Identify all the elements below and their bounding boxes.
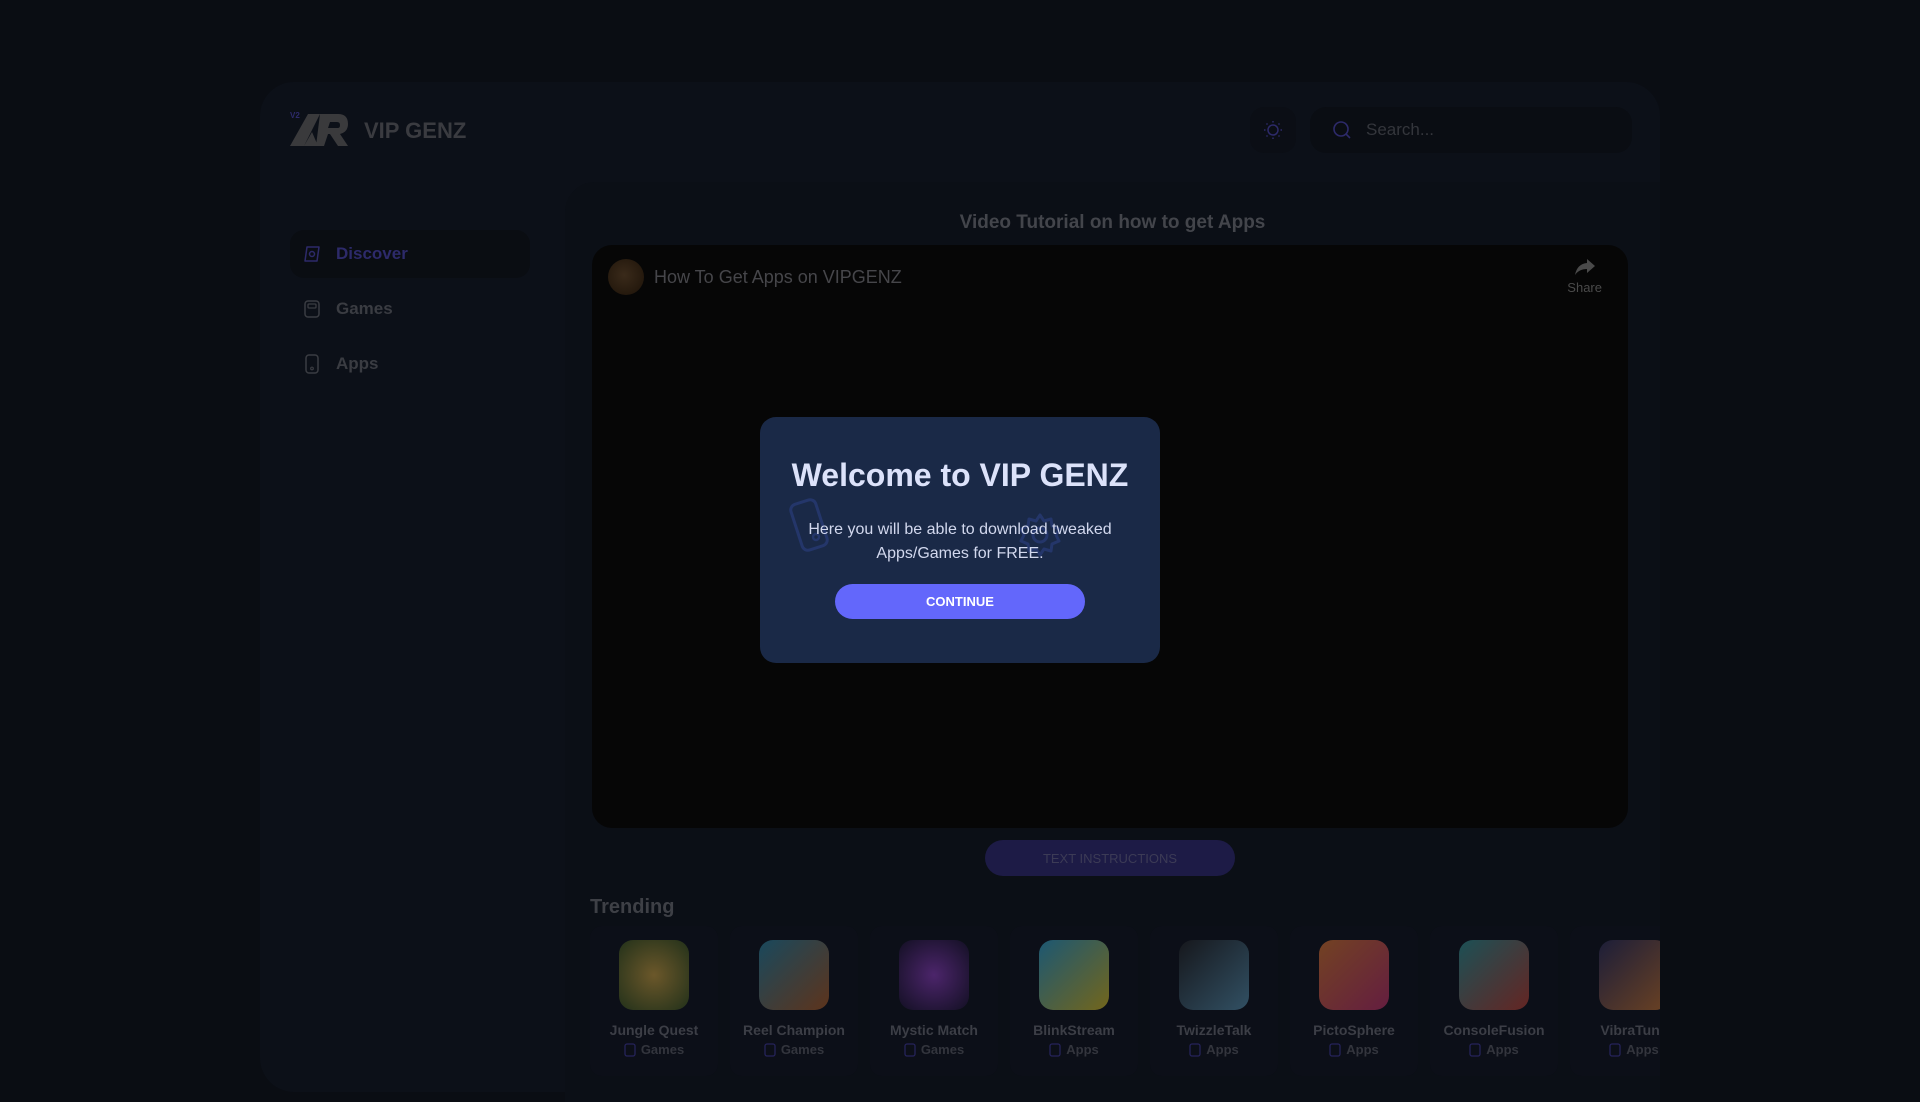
- trending-card[interactable]: VibraTune Apps: [1570, 926, 1660, 1076]
- video-section-title: Video Tutorial on how to get Apps: [959, 212, 1266, 233]
- sun-icon: [1264, 121, 1282, 139]
- channel-avatar[interactable]: [608, 259, 644, 295]
- phone-icon: [1329, 1042, 1341, 1057]
- app-name: ConsoleFusion: [1443, 1022, 1545, 1038]
- modal-body: Here you will be able to download tweake…: [808, 521, 1112, 562]
- modal-title: Welcome to VIP GENZ: [791, 457, 1129, 493]
- app-category: Games: [590, 1042, 718, 1057]
- share-icon: [1574, 259, 1595, 275]
- app-icon: [1319, 940, 1389, 1010]
- app-icon: [899, 940, 969, 1010]
- gamepad-icon: [624, 1042, 636, 1057]
- app-name: PictoSphere: [1313, 1022, 1395, 1038]
- trending-card[interactable]: Reel Champion Games: [730, 926, 858, 1076]
- app-category: Games: [730, 1042, 858, 1057]
- app-category: Apps: [1570, 1042, 1660, 1057]
- app-icon: [1179, 940, 1249, 1010]
- category-label: Games: [640, 1042, 685, 1057]
- sidebar: Discover Games Apps: [290, 230, 530, 395]
- video-title[interactable]: How To Get Apps on VIPGENZ: [654, 267, 902, 288]
- phone-icon: [1189, 1042, 1201, 1057]
- app-icon: [619, 940, 689, 1010]
- category-label: Apps: [1346, 1042, 1379, 1057]
- phone-icon: [305, 354, 319, 374]
- trending-card[interactable]: Jungle Quest Games: [590, 926, 718, 1076]
- search-input[interactable]: [1366, 120, 1606, 140]
- app-name: Reel Champion: [743, 1022, 845, 1038]
- header: V2 VIP GENZ: [260, 82, 1660, 178]
- trending-card[interactable]: TwizzleTalk Apps: [1150, 926, 1278, 1076]
- app-category: Apps: [1150, 1042, 1278, 1057]
- gamepad-icon: [764, 1042, 776, 1057]
- app-icon: [1039, 940, 1109, 1010]
- sidebar-item-discover[interactable]: Discover: [290, 230, 530, 278]
- app-category: Apps: [1430, 1042, 1558, 1057]
- gamepad-icon: [904, 1042, 916, 1057]
- app-icon: [1599, 940, 1660, 1010]
- welcome-modal: Welcome to VIP GENZ Here you will be abl…: [760, 417, 1160, 663]
- gamepad-icon: [304, 300, 320, 318]
- category-label: Games: [780, 1042, 825, 1057]
- trending-title: Trending: [590, 896, 675, 918]
- app-category: Apps: [1290, 1042, 1418, 1057]
- app-name: TwizzleTalk: [1176, 1022, 1252, 1038]
- category-label: Apps: [1066, 1042, 1099, 1057]
- sidebar-item-label: Apps: [336, 354, 379, 373]
- logo: V2: [290, 111, 348, 146]
- share-label: Share: [1567, 280, 1602, 295]
- sidebar-item-apps[interactable]: Apps: [290, 340, 530, 388]
- phone-icon: [1609, 1042, 1621, 1057]
- trending-card[interactable]: BlinkStream Apps: [1010, 926, 1138, 1076]
- share-button[interactable]: Share: [1567, 257, 1602, 295]
- continue-button[interactable]: CONTINUE: [835, 584, 1085, 619]
- trending-card[interactable]: Mystic Match Games: [870, 926, 998, 1076]
- search-bar[interactable]: [1310, 107, 1632, 153]
- app-category: Apps: [1010, 1042, 1138, 1057]
- app-name: BlinkStream: [1033, 1022, 1115, 1038]
- sidebar-item-games[interactable]: Games: [290, 285, 530, 333]
- app-name: Jungle Quest: [609, 1022, 699, 1038]
- brand-name: VIP GENZ: [364, 118, 467, 143]
- compass-icon: [304, 246, 320, 262]
- category-label: Apps: [1206, 1042, 1239, 1057]
- phone-icon: [1049, 1042, 1061, 1057]
- app-icon: [1459, 940, 1529, 1010]
- text-instructions-button[interactable]: TEXT INSTRUCTIONS: [985, 840, 1235, 876]
- trending-list: Jungle Quest Games Reel Champion Games M…: [590, 926, 1660, 1086]
- phone-icon: [1469, 1042, 1481, 1057]
- svg-text:V2: V2: [290, 111, 300, 120]
- trending-card[interactable]: PictoSphere Apps: [1290, 926, 1418, 1076]
- app-category: Games: [870, 1042, 998, 1057]
- theme-toggle-button[interactable]: [1250, 107, 1296, 153]
- app-name: Mystic Match: [890, 1022, 978, 1038]
- app-icon: [759, 940, 829, 1010]
- trending-card[interactable]: ConsoleFusion Apps: [1430, 926, 1558, 1076]
- category-label: Games: [920, 1042, 965, 1057]
- sidebar-item-label: Discover: [336, 244, 408, 263]
- category-label: Apps: [1626, 1042, 1659, 1057]
- search-icon: [1333, 121, 1351, 139]
- category-label: Apps: [1486, 1042, 1519, 1057]
- app-name: VibraTune: [1600, 1022, 1660, 1038]
- sidebar-item-label: Games: [336, 299, 393, 318]
